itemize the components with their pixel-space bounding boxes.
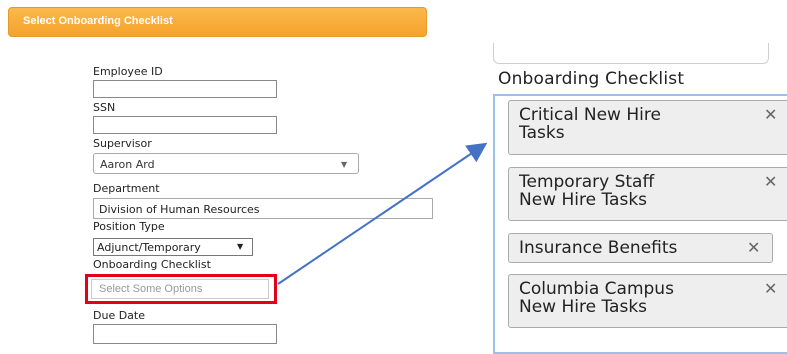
zoom-top-edge xyxy=(493,43,769,64)
chip-label: Insurance Benefits xyxy=(519,238,678,258)
chip-columbia-campus[interactable]: Columbia Campus New Hire Tasks ✕ xyxy=(508,274,787,328)
remove-icon[interactable]: ✕ xyxy=(764,280,777,298)
chip-label: Temporary Staff New Hire Tasks xyxy=(519,172,655,210)
remove-icon[interactable]: ✕ xyxy=(764,173,777,191)
chip-insurance-benefits[interactable]: Insurance Benefits ✕ xyxy=(508,233,773,263)
zoom-title: Onboarding Checklist xyxy=(498,69,685,89)
remove-icon[interactable]: ✕ xyxy=(747,239,760,257)
remove-icon[interactable]: ✕ xyxy=(764,106,777,124)
chip-label: Columbia Campus New Hire Tasks xyxy=(519,279,674,317)
chip-label: Critical New Hire Tasks xyxy=(519,105,661,143)
chip-temporary-staff[interactable]: Temporary Staff New Hire Tasks ✕ xyxy=(508,167,787,221)
chip-critical-new-hire[interactable]: Critical New Hire Tasks ✕ xyxy=(508,100,787,155)
